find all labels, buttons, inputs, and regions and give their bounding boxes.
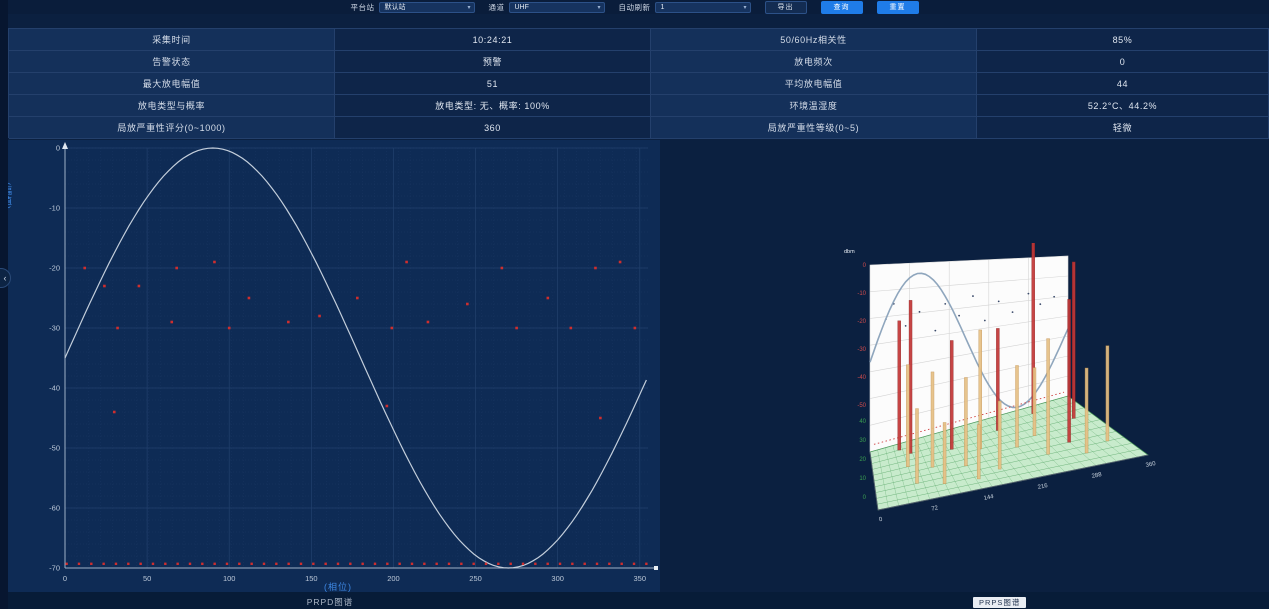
toolbar-select-2[interactable]: 1▾ — [655, 2, 751, 13]
toolbar-button-2[interactable]: 重置 — [877, 1, 919, 14]
table-label-cell: 局放严重性评分(0~1000) — [9, 117, 335, 139]
prpd-chart: 0 50 100 150 200 250 300 350 0 -10 -20 -30 -40 -50 -60… — [8, 140, 660, 592]
svg-text:0: 0 — [879, 517, 884, 524]
svg-text:dbm: dbm — [844, 249, 855, 255]
prps-chart-panel: dbm 0 -10 -20 -30 -40 -50 40 30 20 10 0 0 72 144 216 288… — [840, 243, 1170, 535]
table-value-cell: 52.2°C、44.2% — [977, 95, 1269, 117]
svg-text:150: 150 — [305, 574, 318, 583]
svg-text:216: 216 — [1037, 483, 1049, 491]
table-value-cell: 360 — [335, 117, 651, 139]
svg-text:30: 30 — [859, 438, 866, 444]
chevron-left-icon: ‹ — [4, 273, 7, 283]
toolbar-select-value: 默认站 — [385, 2, 406, 12]
prps-chart: dbm 0 -10 -20 -30 -40 -50 40 30 20 10 0 0 72 144 216 288… — [840, 243, 1170, 535]
chevron-down-icon: ▾ — [597, 5, 600, 12]
table-value-cell: 51 — [335, 73, 651, 95]
table-value-cell: 放电类型: 无、概率: 100% — [335, 95, 651, 117]
chevron-down-icon: ▾ — [743, 5, 746, 12]
toolbar-field-label: 通道 — [489, 2, 505, 13]
toolbar-select-value: UHF — [515, 4, 529, 11]
svg-text:-20: -20 — [49, 264, 60, 273]
top-toolbar: 平台站默认站▾通道UHF▾自动刷新1▾导出查询重置 — [0, 0, 1269, 14]
svg-text:-10: -10 — [857, 291, 866, 297]
svg-text:300: 300 — [551, 574, 564, 583]
prps-chart-caption-badge[interactable]: PRPS图谱 — [973, 597, 1026, 608]
table-label-cell: 放电类型与概率 — [9, 95, 335, 117]
svg-text:200: 200 — [387, 574, 400, 583]
svg-text:-70: -70 — [49, 564, 60, 573]
toolbar-select-1[interactable]: UHF ▾ — [509, 2, 605, 13]
table-value-cell: 85% — [977, 29, 1269, 51]
svg-text:0: 0 — [863, 263, 867, 269]
svg-text:-50: -50 — [49, 444, 60, 453]
table-label-cell: 50/60Hz相关性 — [651, 29, 977, 51]
table-value-cell: 轻微 — [977, 117, 1269, 139]
svg-text:100: 100 — [223, 574, 236, 583]
table-value-cell: 预警 — [335, 51, 651, 73]
svg-text:10: 10 — [859, 476, 866, 482]
table-label-cell: 告警状态 — [9, 51, 335, 73]
toolbar-field-2: 自动刷新1▾ — [619, 2, 751, 13]
toolbar-select-0[interactable]: 默认站 ▾ — [379, 2, 475, 13]
svg-text:350: 350 — [634, 574, 647, 583]
prpd-chart-panel: 0 50 100 150 200 250 300 350 0 -10 -20 -30 -40 -50 -60… — [8, 140, 660, 592]
bottom-strip — [0, 592, 1269, 609]
svg-text:-60: -60 — [49, 504, 60, 513]
table-label-cell: 环境温湿度 — [651, 95, 977, 117]
prpd-chart-caption: PRPD图谱 — [250, 596, 410, 608]
toolbar-field-1: 通道 UHF ▾ — [489, 2, 605, 13]
svg-text:-20: -20 — [857, 319, 866, 325]
toolbar-button-0[interactable]: 导出 — [765, 1, 807, 14]
svg-text:40: 40 — [859, 419, 866, 425]
svg-text:-10: -10 — [49, 204, 60, 213]
table-label-cell: 平均放电幅值 — [651, 73, 977, 95]
svg-text:144: 144 — [983, 494, 995, 502]
svg-text:-30: -30 — [49, 324, 60, 333]
prpd-x-axis-label: (相位) — [324, 581, 352, 592]
toolbar-field-0: 平台站默认站 ▾ — [351, 2, 475, 13]
svg-text:72: 72 — [931, 505, 939, 512]
svg-text:-50: -50 — [857, 403, 866, 409]
chevron-down-icon: ▾ — [467, 5, 470, 12]
svg-text:20: 20 — [859, 457, 866, 463]
table-value-cell: 44 — [977, 73, 1269, 95]
table-label-cell: 采集时间 — [9, 29, 335, 51]
status-info-table: 采集时间10:24:2150/60Hz相关性85% 告警状态预警放电频次0 最大放电… — [8, 28, 1269, 138]
table-label-cell: 最大放电幅值 — [9, 73, 335, 95]
toolbar-button-1[interactable]: 查询 — [821, 1, 863, 14]
toolbar-select-value: 1 — [661, 4, 665, 11]
svg-text:0: 0 — [56, 144, 60, 153]
svg-text:0: 0 — [63, 574, 67, 583]
svg-text:250: 250 — [469, 574, 482, 583]
toolbar-field-label: 平台站 — [351, 2, 375, 13]
table-value-cell: 10:24:21 — [335, 29, 651, 51]
left-edge-strip — [0, 0, 8, 609]
table-label-cell: 放电频次 — [651, 51, 977, 73]
svg-text:360: 360 — [1145, 461, 1157, 469]
svg-text:0: 0 — [863, 495, 867, 501]
svg-text:50: 50 — [143, 574, 151, 583]
svg-text:-40: -40 — [857, 375, 866, 381]
toolbar-field-label: 自动刷新 — [619, 2, 651, 13]
table-value-cell: 0 — [977, 51, 1269, 73]
svg-text:288: 288 — [1091, 472, 1103, 480]
table-label-cell: 局放严重性等级(0~5) — [651, 117, 977, 139]
svg-text:-40: -40 — [49, 384, 60, 393]
svg-text:-30: -30 — [857, 347, 866, 353]
